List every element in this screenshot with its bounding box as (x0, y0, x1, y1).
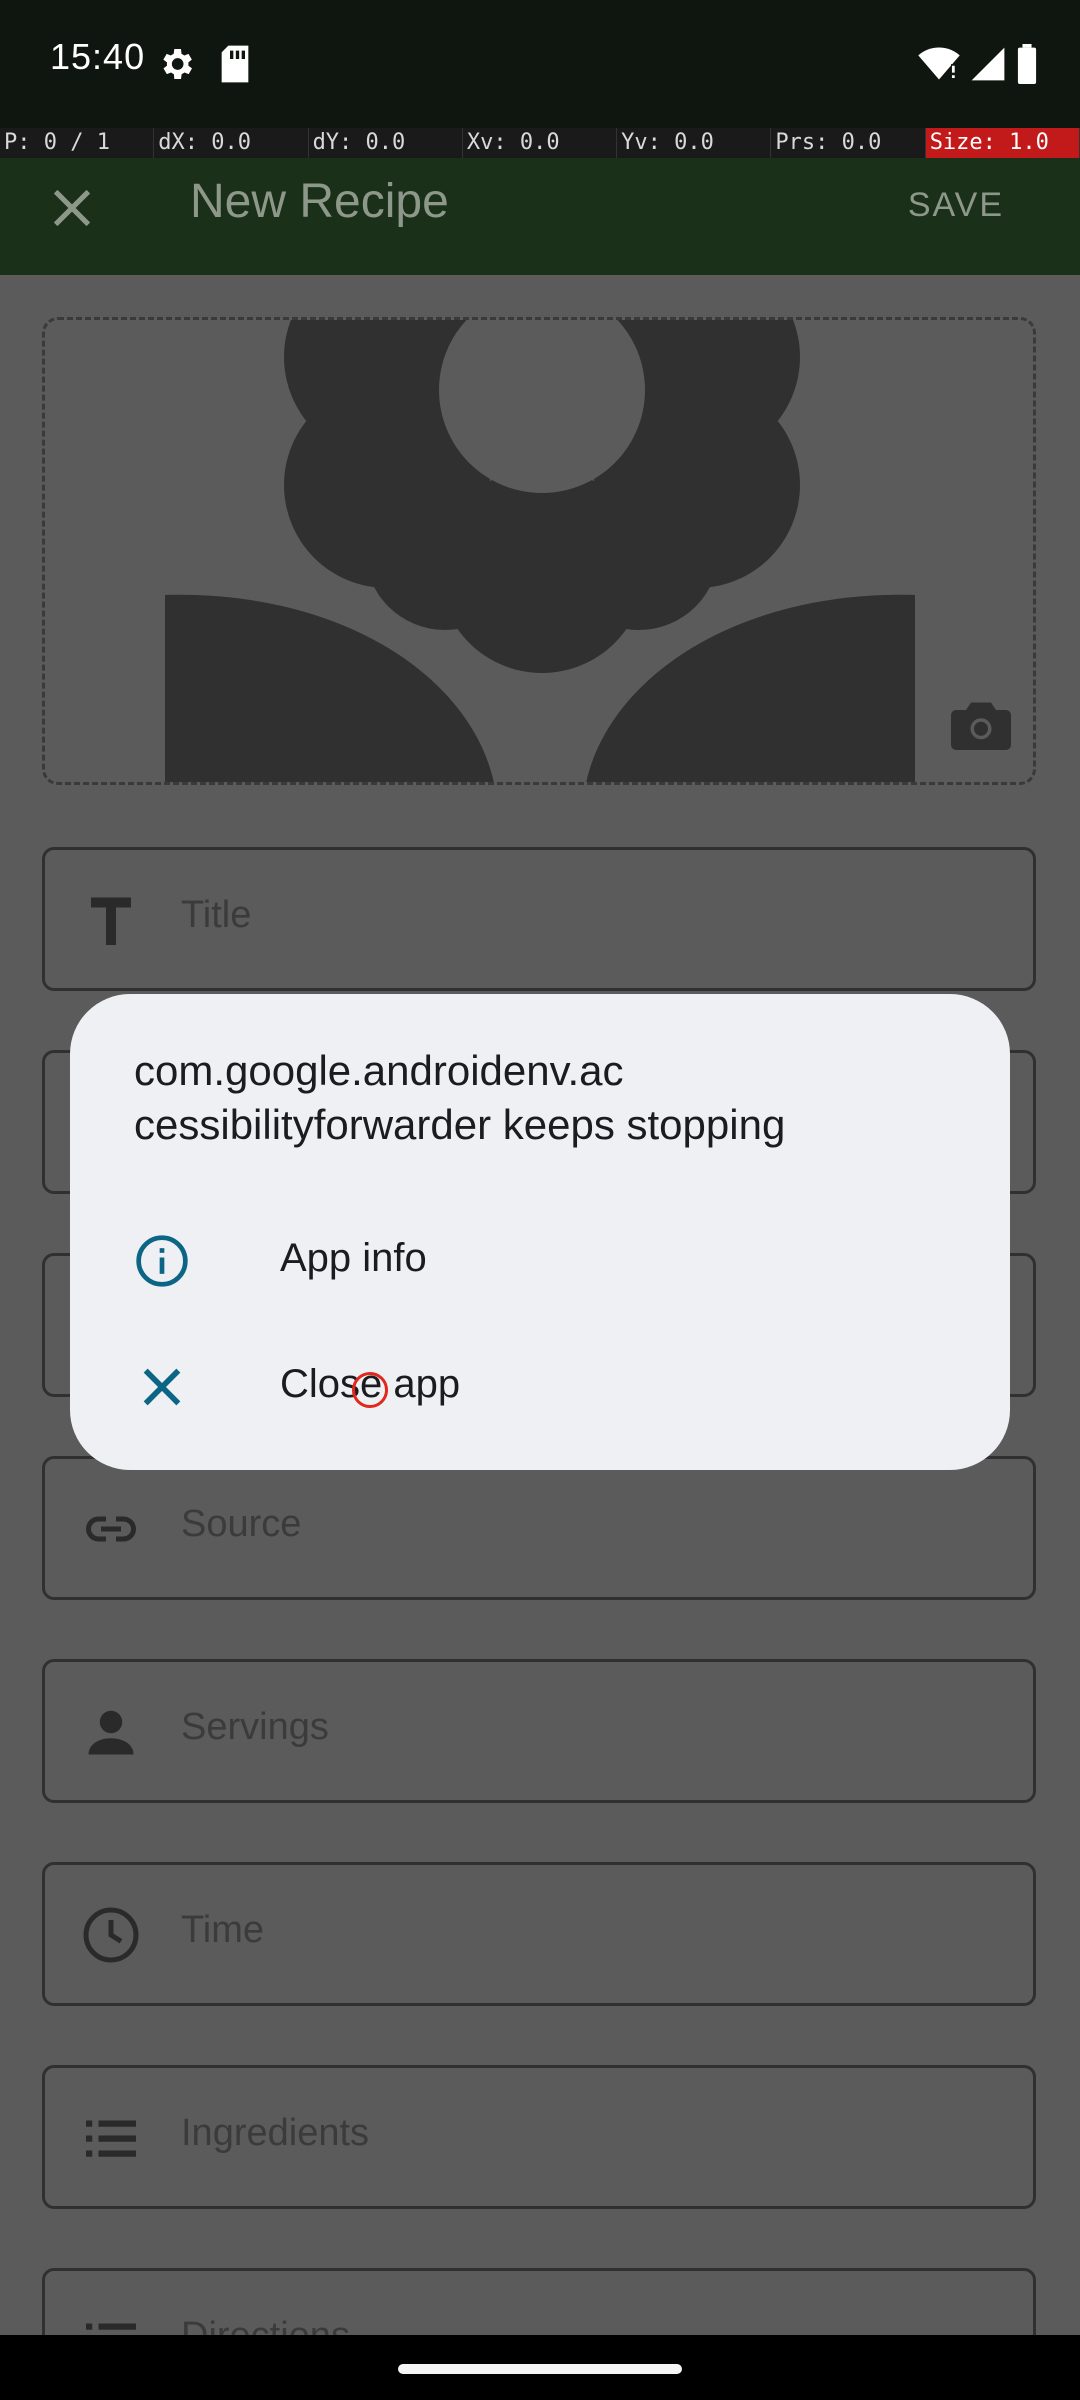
save-button[interactable]: SAVE (908, 186, 1004, 225)
touch-indicator (352, 1372, 388, 1408)
pointer-size: Size: 1.0 (925, 128, 1080, 158)
close-icon[interactable] (44, 180, 100, 236)
settings-icon (163, 49, 192, 79)
navigation-bar (0, 2335, 1080, 2400)
time-field-label: Time (181, 1909, 265, 1951)
source-field[interactable]: Source (42, 1456, 1036, 1600)
title-field[interactable]: Title (42, 847, 1036, 991)
app-bar: New Recipe SAVE (0, 158, 1080, 275)
dialog-title-line-1: com.google.androidenv.ac (134, 1047, 624, 1094)
pointer-count: P: 0 / 1 (0, 128, 155, 158)
app-info-button[interactable]: App info (70, 1206, 1010, 1316)
ingredients-field-label: Ingredients (181, 2112, 370, 2154)
info-icon (136, 1235, 188, 1287)
dialog-title-line-2: cessibilityforwarder keeps stopping (134, 1101, 786, 1148)
clock-icon (83, 1907, 139, 1963)
directions-field-label: Directions (181, 2315, 350, 2335)
app-crash-dialog: com.google.androidenv.ac cessibilityforw… (70, 994, 1010, 1470)
status-time: 15:40 (50, 36, 146, 77)
source-field-label: Source (181, 1503, 302, 1545)
battery-icon (1017, 44, 1037, 84)
close-icon (143, 1368, 181, 1406)
list-numbered-icon (86, 2323, 136, 2330)
ingredients-field[interactable]: Ingredients (42, 2065, 1036, 2209)
dialog-title: com.google.androidenv.ac cessibilityforw… (134, 1044, 934, 1152)
person-icon (88, 1710, 134, 1755)
servings-field-label: Servings (181, 1706, 329, 1748)
pointer-location-overlay: P: 0 / 1 dX: 0.0 dY: 0.0 Xv: 0.0 Yv: 0.0… (0, 128, 1080, 158)
home-handle[interactable] (398, 2364, 682, 2374)
pointer-xv: Xv: 0.0 (463, 128, 618, 158)
pointer-dx: dX: 0.0 (154, 128, 309, 158)
pointer-pressure: Prs: 0.0 (771, 128, 926, 158)
signal-icon (971, 47, 1005, 81)
sd-card-icon (221, 45, 249, 83)
wifi-icon (918, 47, 960, 80)
time-field[interactable]: Time (42, 1862, 1036, 2006)
servings-field[interactable]: Servings (42, 1659, 1036, 1803)
recipe-image-picker[interactable] (42, 317, 1036, 785)
page-title: New Recipe (190, 175, 449, 228)
status-right-icons (918, 44, 1038, 84)
list-icon (86, 2120, 136, 2157)
status-left-icons (156, 44, 252, 84)
close-app-button[interactable]: Close app (70, 1332, 1010, 1442)
status-bar: 15:40 (0, 0, 1080, 128)
flower-icon (165, 320, 915, 782)
pointer-dy: dY: 0.0 (309, 128, 463, 158)
link-icon (86, 1516, 136, 1542)
camera-icon[interactable] (951, 700, 1011, 750)
app-info-label: App info (280, 1236, 427, 1280)
pointer-yv: Yv: 0.0 (617, 128, 772, 158)
title-icon (91, 897, 131, 945)
title-field-label: Title (181, 894, 252, 936)
directions-field[interactable]: Directions (42, 2268, 1036, 2335)
